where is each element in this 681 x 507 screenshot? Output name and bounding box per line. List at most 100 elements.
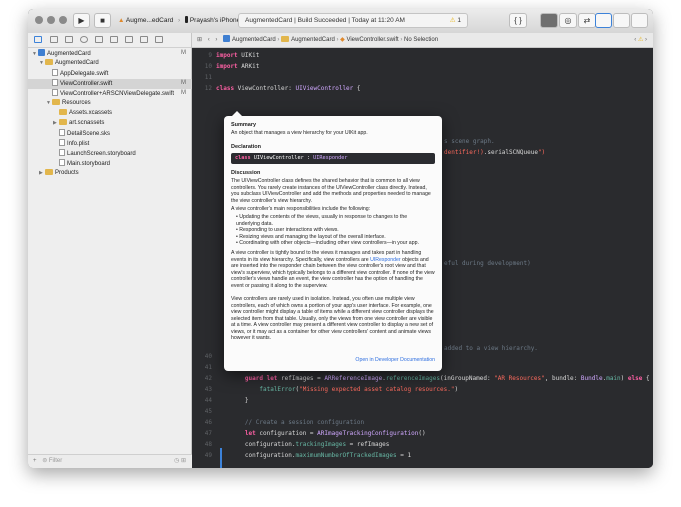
close-window-button[interactable] xyxy=(35,16,43,24)
version-editor-button[interactable]: ⇄ xyxy=(578,13,596,28)
report-tab-icon[interactable] xyxy=(155,36,163,43)
zoom-window-button[interactable] xyxy=(59,16,67,24)
code-line[interactable]: 43 fatalError("Missing expected asset ca… xyxy=(192,384,653,395)
forward-icon[interactable]: › xyxy=(215,37,217,43)
recent-files-icon[interactable]: ◷ ⊞ xyxy=(174,455,186,468)
file-icon xyxy=(52,89,58,96)
tree-item[interactable]: ▼ AugmentedCard M xyxy=(28,49,192,59)
code-line[interactable]: 47 let configuration = ARImageTrackingCo… xyxy=(192,428,653,439)
code-line[interactable]: 10 import ARKit xyxy=(192,61,653,72)
breakpoint-tab-icon[interactable] xyxy=(140,36,148,43)
tree-item[interactable]: Info.plist xyxy=(28,139,192,149)
tree-item-label: Resources xyxy=(62,100,91,106)
test-tab-icon[interactable] xyxy=(110,36,118,43)
stop-button[interactable]: ■ xyxy=(94,13,111,28)
filter-icon: ⊜ xyxy=(42,458,48,464)
tree-item[interactable]: ▼ Resources xyxy=(28,99,192,109)
chevron-right-icon: › xyxy=(178,17,181,24)
tree-item[interactable]: DetailScene.sks xyxy=(28,129,192,139)
folder-icon xyxy=(45,59,53,65)
line-number: 49 xyxy=(204,452,212,459)
back-icon[interactable]: ‹ xyxy=(208,37,210,43)
code-text: // Create a session configuration xyxy=(244,419,365,426)
add-icon[interactable]: + xyxy=(33,458,37,464)
code-text: fatalError("Missing expected asset catal… xyxy=(259,386,459,393)
tree-item[interactable]: AppDelegate.swift xyxy=(28,69,192,79)
code-line[interactable]: 44 } xyxy=(192,395,653,406)
tree-item-label: LaunchScreen.storyboard xyxy=(67,151,136,157)
code-line[interactable]: 9 import UIKit xyxy=(192,50,653,61)
issue-nav-icon[interactable]: ‹ ⚠ › xyxy=(634,33,647,47)
code-text: configuration.trackingImages = refImages xyxy=(216,441,390,448)
toggle-inspector-button[interactable] xyxy=(631,13,648,28)
library-icon: { } xyxy=(514,16,522,25)
discussion-p4: View controllers are rarely used in isol… xyxy=(231,296,434,341)
tree-item[interactable]: Assets.xcassets xyxy=(28,109,192,119)
declaration-heading: Declaration xyxy=(231,144,261,150)
tree-item-label: AppDelegate.swift xyxy=(60,71,109,77)
toggle-debug-button[interactable] xyxy=(613,13,630,28)
issue-tab-icon[interactable] xyxy=(95,36,103,43)
minimize-window-button[interactable] xyxy=(47,16,55,24)
jump-project[interactable]: AugmentedCard xyxy=(232,37,276,43)
warning-count: 1 xyxy=(457,17,461,24)
toolbar: ▶ ■ ▲ Augme...edCard › Prayash's iPhone … xyxy=(28,9,653,34)
code-line[interactable]: 42 guard let refImages = ARReferenceImag… xyxy=(192,373,653,384)
run-button[interactable]: ▶ xyxy=(73,13,90,28)
assistant-editor-button[interactable]: ◎ xyxy=(559,13,577,28)
tree-item[interactable]: ▼ AugmentedCard xyxy=(28,59,192,69)
chevron-right-icon: › xyxy=(400,37,403,43)
bullet-item: • Coordinating with other objects—includ… xyxy=(236,240,419,246)
line-number: 43 xyxy=(204,386,212,393)
assistant-icon: ◎ xyxy=(564,16,572,25)
line-number: 9 xyxy=(208,52,212,59)
jump-symbol[interactable]: No Selection xyxy=(404,37,438,43)
code-line[interactable]: 11 xyxy=(192,72,653,83)
file-icon xyxy=(52,79,58,86)
standard-editor-button[interactable] xyxy=(540,13,558,28)
toggle-navigator-button[interactable] xyxy=(595,13,612,28)
tree-item-label: ViewController.swift xyxy=(60,81,113,87)
find-tab-icon[interactable] xyxy=(80,36,88,43)
source-control-tab-icon[interactable] xyxy=(50,36,58,43)
jump-folder[interactable]: AugmentedCard xyxy=(291,37,335,43)
tree-item-label: art.scnassets xyxy=(69,120,105,126)
jump-file[interactable]: ViewController.swift xyxy=(346,37,398,43)
tree-item[interactable]: Main.storyboard xyxy=(28,159,192,169)
modified-flag: M xyxy=(181,90,186,96)
warning-indicator[interactable]: ⚠ 1 xyxy=(450,14,461,27)
folder-tab-icon[interactable] xyxy=(34,36,42,43)
tree-item-label: Info.plist xyxy=(67,141,90,147)
uiresponder-link[interactable]: UIResponder xyxy=(370,257,401,263)
summary-heading: Summary xyxy=(231,122,257,128)
line-number: 46 xyxy=(204,419,212,426)
play-icon: ▶ xyxy=(78,16,85,25)
code-line[interactable]: 48 configuration.trackingImages = refIma… xyxy=(192,439,653,450)
tree-item[interactable]: ▶ art.scnassets xyxy=(28,119,192,129)
code-line[interactable]: 49 configuration.maximumNumberOfTrackedI… xyxy=(192,450,653,461)
symbol-tab-icon[interactable] xyxy=(65,36,73,43)
file-icon xyxy=(59,129,65,136)
tree-item[interactable]: LaunchScreen.storyboard xyxy=(28,149,192,159)
activity-view: AugmentedCard | Build Succeeded | Today … xyxy=(238,13,468,28)
tree-item-label: Assets.xcassets xyxy=(69,110,113,116)
file-icon xyxy=(59,139,65,146)
debug-tab-icon[interactable] xyxy=(125,36,133,43)
discussion-p2: A view controller's main responsibilitie… xyxy=(231,206,371,212)
declaration-code: class UIViewController : UIResponder xyxy=(231,153,435,164)
library-button[interactable]: { } xyxy=(509,13,527,28)
tree-item[interactable]: ViewController+ARSCNViewDelegate.swift M xyxy=(28,89,192,99)
filter-input[interactable]: Filter xyxy=(49,458,62,464)
code-line[interactable]: 45 xyxy=(192,406,653,417)
stop-icon: ■ xyxy=(100,16,105,25)
tree-item[interactable]: ▶ Products xyxy=(28,169,192,179)
code-line[interactable]: 12 class ViewController: UIViewController… xyxy=(192,83,653,94)
code-line[interactable]: 46 // Create a session configuration xyxy=(192,417,653,428)
tree-item[interactable]: ViewController.swift M xyxy=(28,79,192,89)
open-docs-link[interactable]: Open in Developer Documentation xyxy=(355,357,435,363)
chevron-right-icon: › xyxy=(336,37,339,43)
jump-bar: ⊞ ‹ › AugmentedCard › AugmentedCard › ◆ … xyxy=(192,33,653,48)
scheme-selector[interactable]: ▲ Augme...edCard › Prayash's iPhone xyxy=(118,13,240,28)
related-items-icon[interactable]: ⊞ xyxy=(197,37,202,43)
project-navigator: ▼ AugmentedCard M ▼ AugmentedCard AppDelegate… xyxy=(28,33,192,468)
